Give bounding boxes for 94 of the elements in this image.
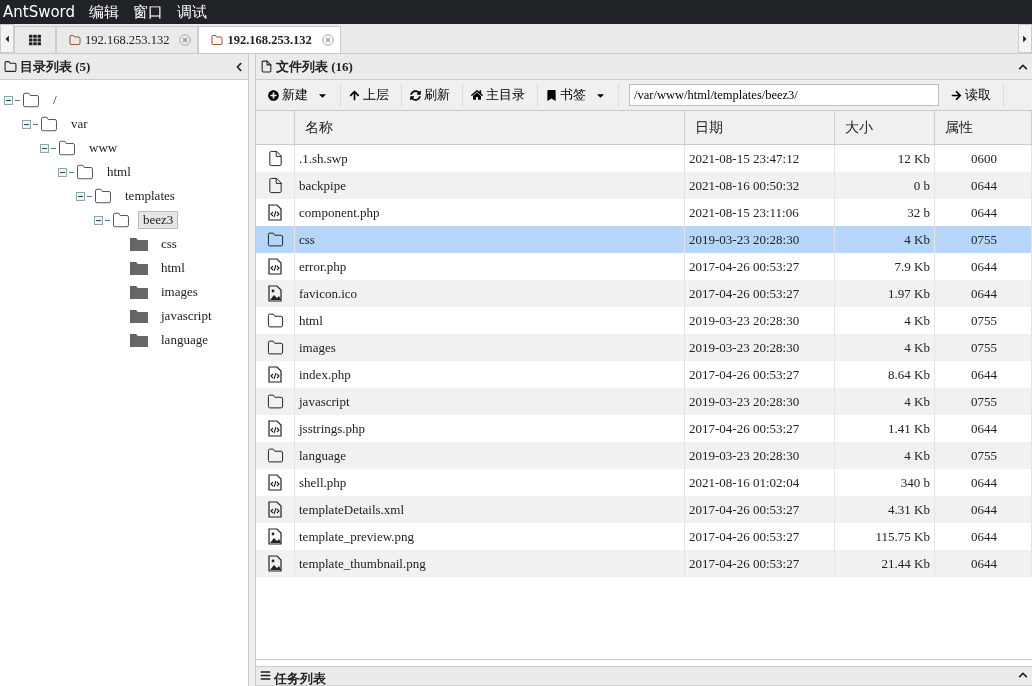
folder-icon: [266, 339, 284, 356]
host-tab[interactable]: 192.168.253.132: [198, 26, 341, 53]
image-file-icon: [268, 555, 282, 572]
list-icon: [260, 670, 271, 681]
folder-icon: [130, 285, 148, 299]
app-menu[interactable]: AntSword: [3, 3, 76, 21]
panel-title: 目录列表 (5): [20, 57, 92, 76]
code-file-icon: [268, 258, 282, 275]
image-file-icon: [268, 528, 282, 545]
close-icon[interactable]: [321, 34, 334, 46]
file-icon: [266, 177, 284, 194]
menu-item[interactable]: 调试: [177, 2, 208, 22]
toolbar-button[interactable]: 书签: [538, 83, 619, 107]
menu-item[interactable]: 窗口: [133, 2, 164, 22]
folder-icon: [266, 231, 284, 248]
tree-item[interactable]: beez3: [138, 211, 179, 229]
collapse-toggle[interactable]: [40, 143, 49, 153]
refresh-icon: [410, 89, 421, 101]
file-row[interactable]: javascript 2019-03-23 20:28:30 4 Kb 0755: [256, 388, 1032, 415]
code-file-icon: [268, 420, 282, 437]
collapse-toggle[interactable]: [58, 167, 67, 177]
collapse-icon[interactable]: [234, 61, 244, 72]
right-arrow-icon: [951, 89, 962, 101]
folder-icon: [40, 115, 58, 133]
column-header[interactable]: 大小: [835, 111, 935, 144]
tree-item[interactable]: images: [156, 283, 203, 301]
file-icon: [266, 150, 284, 167]
table-cell: 0644: [935, 550, 1032, 577]
file-row[interactable]: images 2019-03-23 20:28:30 4 Kb 0755: [256, 334, 1032, 361]
toolbar-button[interactable]: 上层: [341, 83, 402, 107]
file-row[interactable]: favicon.ico 2017-04-26 00:53:27 1.97 Kb 0644: [256, 280, 1032, 307]
home-tab[interactable]: [14, 26, 56, 53]
plus-icon: [268, 89, 279, 101]
tree-item[interactable]: /: [48, 91, 62, 109]
path-field[interactable]: /var/www/html/templates/beez3/: [629, 84, 939, 106]
code-file-icon: [268, 204, 282, 221]
folder-icon: [266, 312, 284, 329]
tree-item[interactable]: css: [156, 235, 182, 253]
code-file-icon: [268, 501, 282, 518]
table-cell: 21.44 Kb: [835, 550, 935, 577]
image-file-icon: [268, 285, 282, 302]
menu-item[interactable]: 编辑: [89, 2, 120, 22]
collapse-icon[interactable]: [1018, 670, 1028, 680]
tree-item[interactable]: javascript: [156, 307, 217, 325]
collapse-toggle[interactable]: [94, 215, 103, 225]
tree-item[interactable]: html: [102, 163, 136, 181]
folder-icon: [112, 211, 130, 229]
toolbar-button[interactable]: 新建: [260, 83, 341, 107]
read-button[interactable]: 读取: [943, 83, 1004, 107]
folder-icon: [22, 91, 40, 109]
column-header[interactable]: 名称: [295, 111, 685, 144]
file-row[interactable]: css 2019-03-23 20:28:30 4 Kb 0755: [256, 226, 1032, 253]
folder-icon: [130, 237, 148, 251]
folder-icon: [130, 261, 148, 275]
home-icon: [471, 89, 483, 101]
scroll-left-button[interactable]: [0, 24, 14, 53]
folder-icon: [211, 34, 224, 46]
collapse-toggle[interactable]: [22, 119, 31, 129]
up-arrow-icon: [349, 89, 360, 101]
folder-icon: [4, 60, 17, 73]
collapse-toggle[interactable]: [4, 95, 13, 105]
grid-icon: [29, 34, 41, 46]
panel-title: 任务列表: [274, 670, 327, 686]
file-row[interactable]: template_thumbnail.png 2017-04-26 00:53:27 21.44 Kb 0644: [256, 550, 1032, 577]
tree-item[interactable]: language: [156, 331, 213, 349]
column-header[interactable]: 日期: [685, 111, 835, 144]
file-icon: [260, 60, 273, 73]
scroll-right-button[interactable]: [1018, 24, 1032, 53]
toolbar-button[interactable]: 刷新: [402, 83, 463, 107]
tree-item[interactable]: www: [84, 139, 123, 157]
file-row[interactable]: backpipe 2021-08-16 00:50:32 0 b 0644: [256, 172, 1032, 199]
toolbar-button[interactable]: 主目录: [463, 83, 538, 107]
bookmark-icon: [546, 89, 557, 101]
folder-icon: [266, 393, 284, 410]
column-header[interactable]: 属性: [935, 111, 1032, 144]
code-file-icon: [268, 474, 282, 491]
tree-item[interactable]: var: [66, 115, 93, 133]
folder-icon: [130, 309, 148, 323]
folder-icon: [58, 139, 76, 157]
folder-icon: [266, 447, 284, 464]
panel-title: 文件列表 (16): [276, 57, 354, 76]
file-row[interactable]: templateDetails.xml 2017-04-26 00:53:27 4.31 Kb 0644: [256, 496, 1032, 523]
table-cell: template_thumbnail.png: [295, 550, 685, 577]
folder-icon: [94, 187, 112, 205]
folder-icon: [76, 163, 94, 181]
folder-icon: [130, 333, 148, 347]
table-cell: 2017-04-26 00:53:27: [685, 550, 835, 577]
tree-item[interactable]: html: [156, 259, 190, 277]
tree-item[interactable]: templates: [120, 187, 180, 205]
folder-icon: [69, 34, 81, 46]
host-tab[interactable]: 192.168.253.132: [56, 26, 199, 53]
collapse-toggle[interactable]: [76, 191, 85, 201]
file-row[interactable]: language 2019-03-23 20:28:30 4 Kb 0755: [256, 442, 1032, 469]
code-file-icon: [268, 366, 282, 383]
